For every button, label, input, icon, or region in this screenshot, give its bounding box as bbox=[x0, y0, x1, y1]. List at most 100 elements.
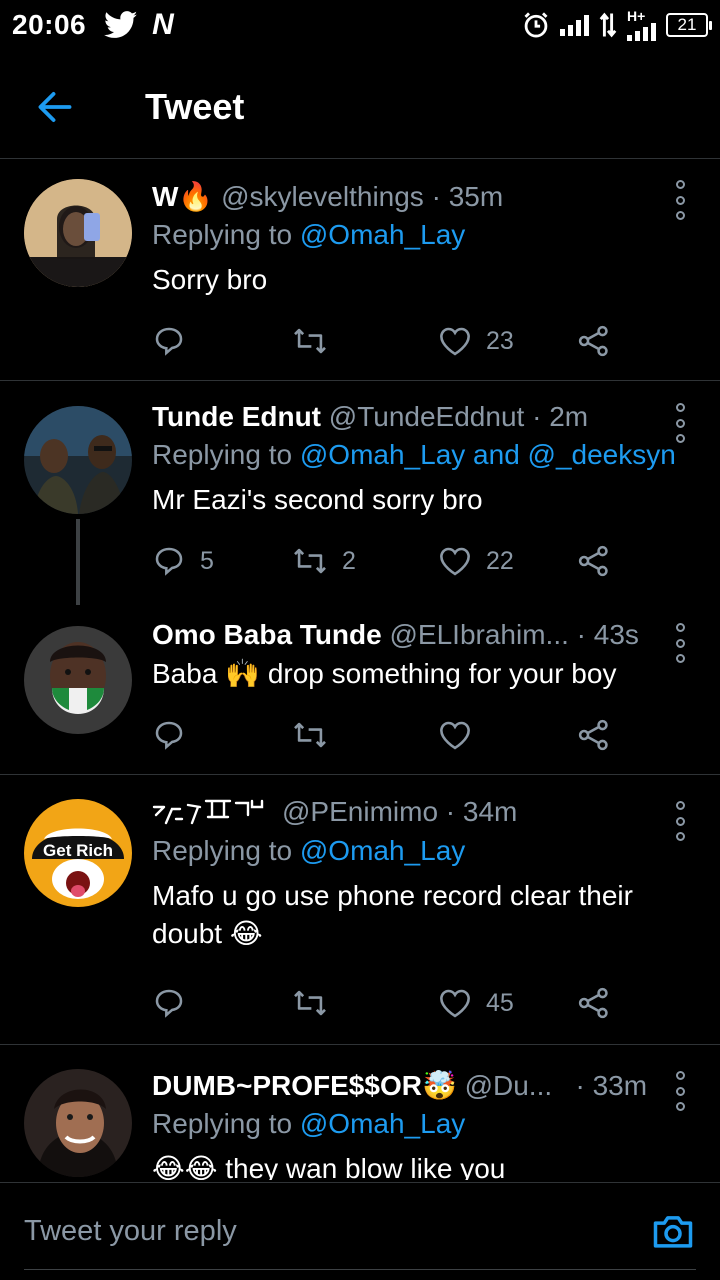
share-button[interactable] bbox=[577, 544, 611, 578]
tweet-actions: 5 2 22 bbox=[152, 539, 622, 583]
reply-button[interactable] bbox=[152, 325, 200, 357]
replying-to-mention[interactable]: @Omah_Lay bbox=[300, 219, 465, 250]
replying-to-prefix: Replying to bbox=[152, 1108, 300, 1139]
twitter-bird-icon bbox=[104, 11, 138, 38]
tweet-author-name[interactable]: Omo Baba Tunde bbox=[152, 619, 382, 651]
heart-icon bbox=[440, 327, 470, 356]
share-button[interactable] bbox=[577, 324, 611, 358]
reply-icon bbox=[155, 721, 183, 750]
tweet-actions bbox=[152, 713, 622, 757]
retweet-icon bbox=[294, 990, 326, 1016]
like-count: 22 bbox=[486, 546, 514, 575]
retweet-icon bbox=[294, 722, 326, 748]
tweet-time: · 35m bbox=[431, 180, 504, 212]
tweet-time: · 33m bbox=[575, 1069, 648, 1101]
avatar[interactable] bbox=[24, 406, 132, 514]
tweet-more-button[interactable] bbox=[670, 1071, 690, 1111]
tweet-text: 😂😂 they wan blow like you bbox=[152, 1153, 506, 1180]
avatar-image bbox=[24, 406, 132, 514]
replying-to-mention[interactable]: @Omah_Lay bbox=[300, 835, 465, 866]
signal-bars-2-icon bbox=[627, 23, 656, 41]
share-icon bbox=[578, 719, 608, 751]
avatar-caption: Get Rich bbox=[43, 841, 113, 860]
tweet-author-handle[interactable]: @Du... bbox=[465, 1070, 553, 1102]
avatar[interactable] bbox=[24, 626, 132, 734]
reply-input[interactable] bbox=[24, 1183, 624, 1279]
tweet-text: Mafo u go use phone record clear their d… bbox=[152, 880, 633, 949]
replying-to-prefix: Replying to bbox=[152, 439, 300, 470]
like-count: 45 bbox=[486, 988, 514, 1017]
replying-to: Replying to @Omah_Lay bbox=[152, 835, 660, 867]
tweet-item[interactable]: W🔥 @skylevelthings · 35m Replying to @Om… bbox=[0, 160, 720, 381]
data-arrows-icon bbox=[599, 12, 617, 38]
like-button[interactable]: 22 bbox=[438, 546, 514, 576]
replying-to-prefix: Replying to bbox=[152, 219, 300, 250]
tweet-author-name[interactable]: DUMB~PROFE$$OR🤯 bbox=[152, 1069, 457, 1102]
retweet-icon bbox=[294, 328, 326, 354]
stylized-display-name-icon bbox=[152, 799, 264, 825]
tweet-item[interactable]: DUMB~PROFE$$OR🤯 @Du... · 33m Replying to… bbox=[0, 1045, 720, 1180]
avatar[interactable] bbox=[24, 1069, 132, 1177]
tweet-text: Baba 🙌 drop something for your boy bbox=[152, 658, 617, 689]
share-icon bbox=[578, 987, 608, 1019]
page-title: Tweet bbox=[145, 85, 245, 127]
replying-to: Replying to @Omah_Lay and @_deeksyn bbox=[152, 439, 676, 471]
tweet-author-handle[interactable]: @skylevelthings bbox=[221, 181, 424, 213]
retweet-count: 2 bbox=[342, 546, 356, 575]
reply-composer bbox=[0, 1182, 720, 1280]
tweet-item[interactable]: Get Rich @PEnimimo · 34m Replying to @Om… bbox=[0, 775, 720, 1045]
status-bar: 20:06 N H+ 21 bbox=[0, 0, 720, 50]
tweet-actions: 23 bbox=[152, 319, 622, 363]
battery-icon: 21 bbox=[666, 13, 712, 37]
battery-level: 21 bbox=[677, 15, 697, 34]
retweet-button[interactable] bbox=[292, 988, 342, 1018]
tweet-time: · 34m bbox=[445, 796, 518, 827]
tweet-more-button[interactable] bbox=[670, 180, 690, 220]
tweet-text: Mr Eazi's second sorry bro bbox=[152, 484, 483, 515]
like-button[interactable]: 23 bbox=[438, 326, 514, 356]
tweet-author-name[interactable]: Tunde Ednut bbox=[152, 401, 321, 433]
replies-feed[interactable]: W🔥 @skylevelthings · 35m Replying to @Om… bbox=[0, 160, 720, 1180]
avatar-image bbox=[24, 626, 132, 734]
tweet-thread[interactable]: Tunde Ednut @TundeEddnut · 2m Replying t… bbox=[0, 381, 720, 775]
heart-icon bbox=[440, 989, 470, 1018]
heart-icon bbox=[440, 721, 470, 750]
replying-to: Replying to @Omah_Lay bbox=[152, 1108, 660, 1140]
camera-icon[interactable] bbox=[652, 1211, 694, 1251]
alarm-icon bbox=[524, 12, 548, 38]
heart-icon bbox=[440, 547, 470, 576]
tweet-author-handle[interactable]: @ELIbrahim... bbox=[390, 619, 569, 651]
tweet-more-button[interactable] bbox=[670, 801, 690, 841]
reply-button[interactable]: 5 bbox=[152, 545, 214, 577]
replying-to: Replying to @Omah_Lay bbox=[152, 219, 660, 251]
share-button[interactable] bbox=[577, 718, 611, 752]
replying-to-mention[interactable]: @Omah_Lay and @_deeksyn bbox=[300, 439, 676, 470]
reply-icon bbox=[155, 989, 183, 1018]
share-icon bbox=[578, 325, 608, 357]
like-button[interactable]: 45 bbox=[438, 988, 514, 1018]
retweet-button[interactable] bbox=[292, 720, 342, 750]
reply-button[interactable] bbox=[152, 719, 200, 751]
retweet-button[interactable] bbox=[292, 326, 342, 356]
tweet-time: · 43s bbox=[576, 619, 639, 650]
share-icon bbox=[578, 545, 608, 577]
like-button[interactable] bbox=[438, 720, 486, 750]
tweet-more-button[interactable] bbox=[670, 623, 690, 663]
thread-connector bbox=[76, 519, 80, 605]
tweet-author-handle[interactable]: @PEnimimo bbox=[282, 796, 438, 828]
tweet-author-name[interactable]: W🔥 bbox=[152, 180, 213, 213]
tweet-text: Sorry bro bbox=[152, 264, 268, 295]
tweet-more-button[interactable] bbox=[670, 403, 690, 443]
tweet-author-handle[interactable]: @TundeEddnut bbox=[329, 401, 525, 433]
back-button[interactable] bbox=[0, 55, 110, 158]
reply-button[interactable] bbox=[152, 987, 200, 1019]
share-button[interactable] bbox=[577, 986, 611, 1020]
avatar[interactable] bbox=[24, 179, 132, 287]
n-app-icon: N bbox=[152, 8, 174, 41]
tweet-actions: 45 bbox=[152, 981, 622, 1025]
network-type-label: H+ bbox=[627, 8, 646, 24]
replying-to-mention[interactable]: @Omah_Lay bbox=[300, 1108, 465, 1139]
retweet-button[interactable]: 2 bbox=[292, 546, 356, 576]
reply-count: 5 bbox=[200, 546, 214, 575]
avatar-image bbox=[24, 179, 132, 287]
